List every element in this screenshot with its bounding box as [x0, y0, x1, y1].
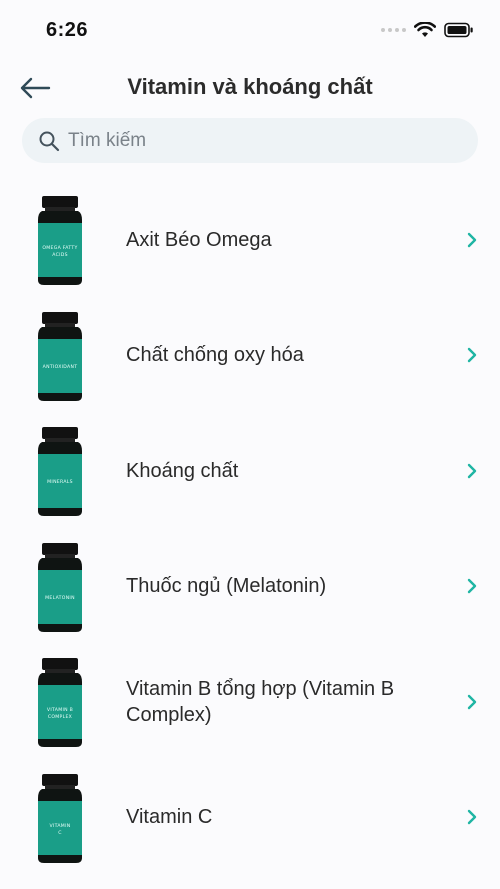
signal-icon — [381, 28, 406, 32]
battery-icon — [444, 22, 473, 38]
search-icon — [39, 131, 60, 151]
header: Vitamin và khoáng chất — [0, 62, 500, 114]
list-item[interactable]: VITAMIN B COMPLEX Vitamin B tổng hợp (Vit… — [0, 644, 500, 760]
category-list: OMEGA FATTY ACIDS Axit Béo Omega ANTIOXID… — [0, 182, 500, 875]
list-item[interactable]: OMEGA FATTY ACIDS Axit Béo Omega — [0, 182, 500, 298]
list-item[interactable]: VITAMIN C Vitamin C — [0, 760, 500, 876]
list-item-label: Chất chống oxy hóa — [126, 344, 304, 367]
wifi-icon — [414, 22, 436, 37]
supplement-bottle-image: VITAMIN B COMPLEX — [38, 658, 82, 747]
status-icons — [381, 22, 474, 38]
page-title: Vitamin và khoáng chất — [127, 74, 373, 99]
list-item[interactable]: MINERALS Khoáng chất — [0, 413, 500, 529]
list-item-label: Vitamin C — [126, 806, 213, 829]
list-item-label: Thuốc ngủ (Melatonin) — [126, 575, 327, 598]
search-bar[interactable] — [22, 118, 478, 163]
list-item[interactable]: MELATONIN Thuốc ngủ (Melatonin) — [0, 529, 500, 645]
list-item-label: Axit Béo Omega — [126, 228, 272, 251]
chevron-right-icon — [467, 694, 477, 709]
chevron-right-icon — [467, 348, 477, 363]
supplement-bottle-image: OMEGA FATTY ACIDS — [38, 196, 82, 285]
search-input[interactable] — [66, 128, 450, 153]
chevron-right-icon — [467, 810, 477, 825]
chevron-right-icon — [467, 463, 477, 478]
supplement-bottle-image: VITAMIN C — [38, 773, 82, 863]
supplement-bottle-image: MINERALS — [38, 427, 82, 516]
list-item-label: Khoáng chất — [126, 459, 239, 482]
status-bar: 6:26 — [0, 0, 500, 60]
supplement-bottle-image: ANTIOXIDANT — [38, 311, 82, 401]
bottle-label-text: MELATONIN — [45, 595, 75, 601]
chevron-right-icon — [467, 579, 477, 594]
supplement-bottle-image: MELATONIN — [38, 542, 82, 632]
list-item[interactable]: ANTIOXIDANT Chất chống oxy hóa — [0, 298, 500, 414]
status-time: 6:26 — [46, 19, 89, 41]
chevron-right-icon — [467, 232, 477, 247]
list-item-label: Vitamin B tổng hợp (Vitamin B Complex) — [126, 677, 395, 726]
bottle-label-text: ANTIOXIDANT — [43, 364, 78, 370]
bottle-label-text: MINERALS — [47, 479, 73, 485]
